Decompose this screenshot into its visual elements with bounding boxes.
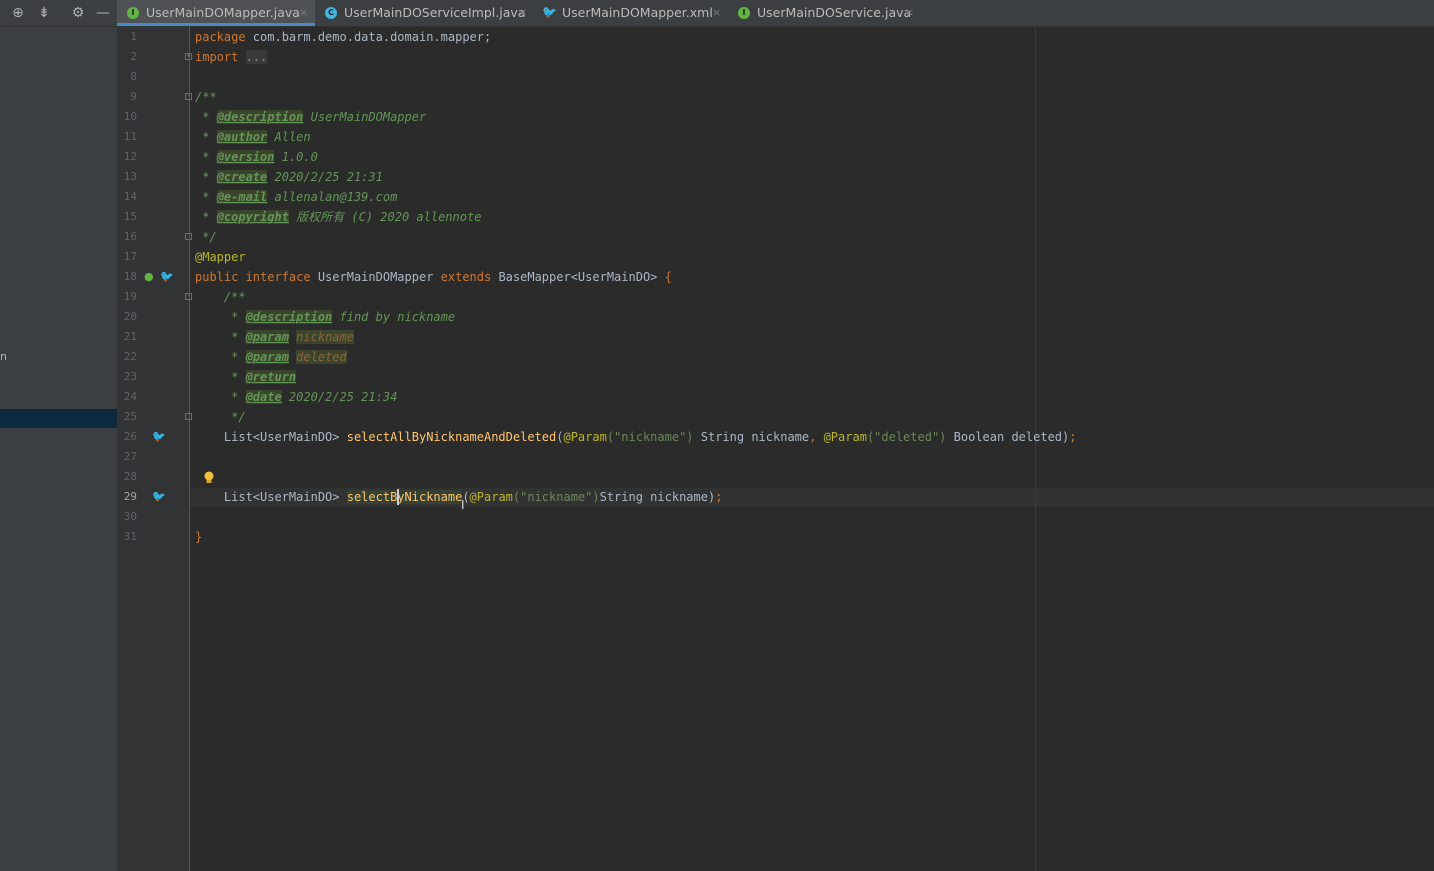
line-number: 16 <box>123 230 137 243</box>
collapse-all-icon[interactable]: ⇟ <box>35 4 53 22</box>
code-line-9[interactable]: /** <box>195 87 217 107</box>
code-line-15[interactable]: * @copyright 版权所有 (C) 2020 allennote <box>195 207 481 227</box>
line-number: 25 <box>123 410 137 423</box>
line-number: 17 <box>123 250 137 263</box>
code-line-21[interactable]: * @param nickname <box>195 327 354 347</box>
gear-icon[interactable]: ⚙ <box>69 4 87 22</box>
class-icon: C <box>325 7 337 19</box>
line-number: 26 <box>123 430 137 443</box>
code-line-20[interactable]: * @description find by nickname <box>195 307 455 327</box>
code-line-14[interactable]: * @e-mail allenalan@139.com <box>195 187 397 207</box>
mybatis-bird-icon[interactable]: 🐦 <box>152 490 166 503</box>
text-cursor-icon: I <box>461 498 465 512</box>
code-line-10[interactable]: * @description UserMainDOMapper <box>195 107 426 127</box>
editor-tab-bar: I UserMainDOMapper.java × C UserMainDOSe… <box>117 0 1434 27</box>
line-number: 12 <box>123 150 137 163</box>
code-line-22[interactable]: * @param deleted <box>195 347 347 367</box>
fold-end-icon[interactable] <box>185 413 192 420</box>
code-line-23[interactable]: * @return <box>195 367 297 387</box>
code-line-11[interactable]: * @author Allen <box>195 127 311 147</box>
line-number: 14 <box>123 190 137 203</box>
minimize-icon[interactable]: — <box>94 4 112 22</box>
interface-icon: I <box>127 7 139 19</box>
line-number: 2 <box>130 50 137 63</box>
tab-label: UserMainDOServiceImpl.java <box>344 5 526 20</box>
close-icon[interactable]: × <box>518 0 527 26</box>
tab-usermaindomapper-xml[interactable]: 🐦 UserMainDOMapper.xml × <box>535 0 725 26</box>
mybatis-bird-icon[interactable]: 🐦 <box>160 270 174 283</box>
code-line-19[interactable]: /** <box>195 287 246 307</box>
code-line-24[interactable]: * @date 2020/2/25 21:34 <box>195 387 397 407</box>
tab-usermaindoserviceimpl-java[interactable]: C UserMainDOServiceImpl.java × <box>317 0 533 26</box>
line-number: 19 <box>123 290 137 303</box>
implemented-icon[interactable]: ● <box>144 270 154 283</box>
line-number: 9 <box>130 90 137 103</box>
tab-usermaindomapper-java[interactable]: I UserMainDOMapper.java × <box>117 0 315 26</box>
code-line-26[interactable]: List<UserMainDO> selectAllByNicknameAndD… <box>195 427 1077 447</box>
code-line-18[interactable]: public interface UserMainDOMapper extend… <box>195 267 672 287</box>
code-line-31[interactable]: } <box>195 527 202 547</box>
code-line-1[interactable]: package com.barm.demo.data.domain.mapper… <box>195 27 491 47</box>
line-number: 11 <box>123 130 137 143</box>
line-number: 15 <box>123 210 137 223</box>
folded-imports[interactable]: ... <box>245 50 268 64</box>
line-number: 31 <box>123 530 137 543</box>
line-number: 24 <box>123 390 137 403</box>
line-number: 18 <box>123 270 137 283</box>
fold-collapse-icon[interactable]: - <box>185 293 192 300</box>
close-icon[interactable]: × <box>299 0 308 26</box>
line-number: 27 <box>123 450 137 463</box>
text-caret <box>397 489 399 505</box>
project-toolbar: ⊕ ⇟ ⚙ — <box>0 0 117 27</box>
code-line-16[interactable]: */ <box>195 227 216 247</box>
tab-label: UserMainDOService.java <box>757 5 912 20</box>
code-line-12[interactable]: * @version 1.0.0 <box>195 147 318 167</box>
project-tool-window: ⊕ ⇟ ⚙ — n <box>0 0 118 871</box>
project-tree-selected-row[interactable] <box>0 409 117 428</box>
fold-expand-icon[interactable]: + <box>185 53 192 60</box>
target-icon[interactable]: ⊕ <box>9 4 27 22</box>
project-tree-text: n <box>0 350 7 363</box>
line-number: 13 <box>123 170 137 183</box>
code-line-2[interactable]: import ... <box>195 47 268 67</box>
fold-collapse-icon[interactable]: - <box>185 93 192 100</box>
fold-end-icon[interactable] <box>185 233 192 240</box>
close-icon[interactable]: × <box>712 0 721 26</box>
line-number: 8 <box>130 70 137 83</box>
line-number: 22 <box>123 350 137 363</box>
code-line-29[interactable]: List<UserMainDO> selectByNickname(@Param… <box>195 487 722 507</box>
interface-icon: I <box>738 7 750 19</box>
code-line-17[interactable]: @Mapper <box>195 247 246 267</box>
line-number: 28 <box>123 470 137 483</box>
line-number: 29 <box>123 490 137 503</box>
line-number: 30 <box>123 510 137 523</box>
right-margin-guide <box>1035 26 1036 871</box>
line-number: 23 <box>123 370 137 383</box>
line-number: 1 <box>130 30 137 43</box>
line-number: 10 <box>123 110 137 123</box>
line-number: 20 <box>123 310 137 323</box>
code-line-13[interactable]: * @create 2020/2/25 21:31 <box>195 167 383 187</box>
tab-label: UserMainDOMapper.java <box>146 5 300 20</box>
code-line-25[interactable]: */ <box>195 407 245 427</box>
mybatis-bird-icon: 🐦 <box>542 5 557 19</box>
lightbulb-icon[interactable] <box>203 471 215 485</box>
line-number: 21 <box>123 330 137 343</box>
mybatis-bird-icon[interactable]: 🐦 <box>152 430 166 443</box>
close-icon[interactable]: × <box>905 0 914 26</box>
tab-usermaindoservice-java[interactable]: I UserMainDOService.java × <box>731 0 921 26</box>
tab-label: UserMainDOMapper.xml <box>562 5 713 20</box>
